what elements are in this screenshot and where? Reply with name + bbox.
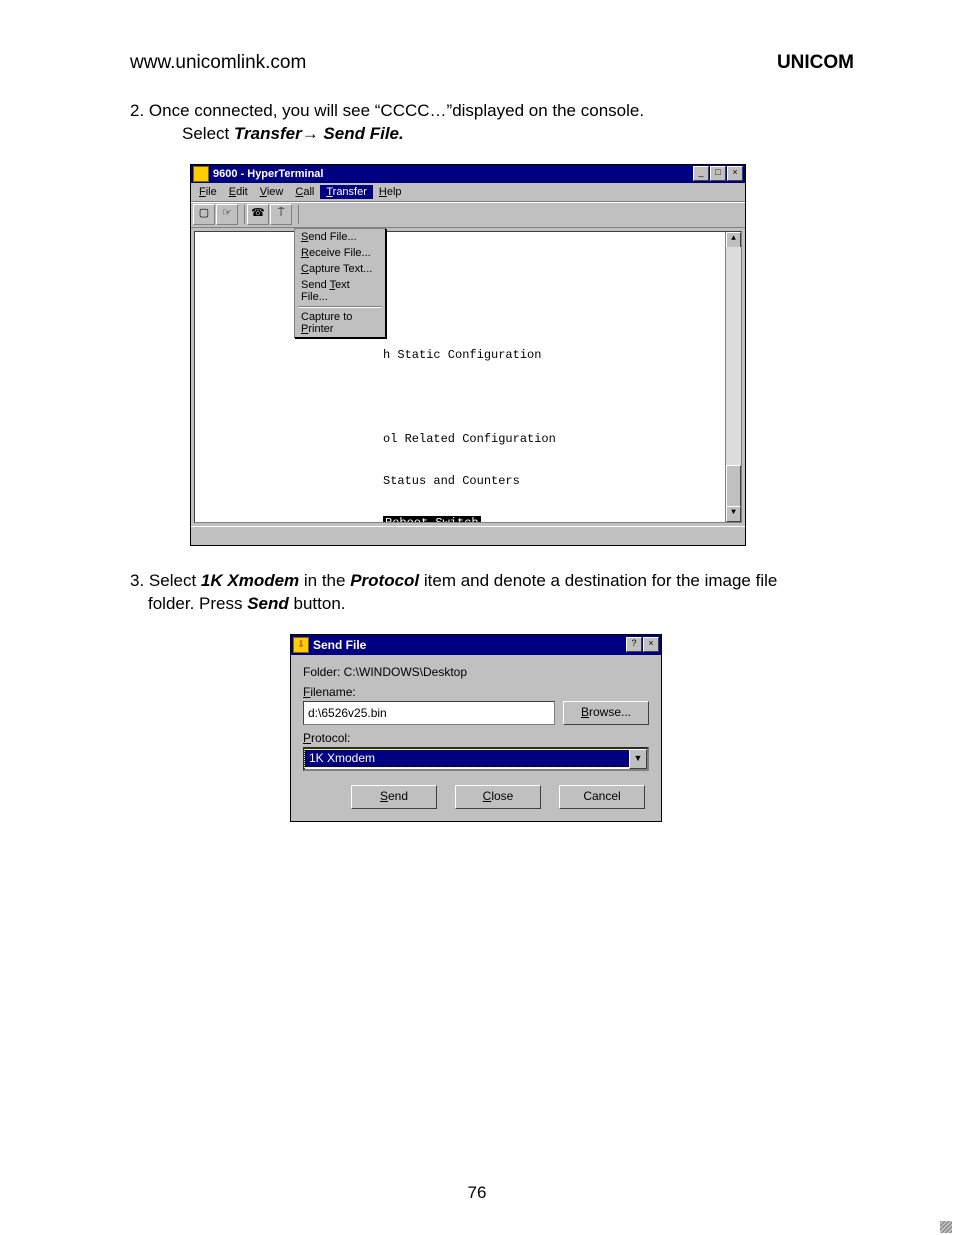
em: Protocol — [350, 571, 419, 590]
close-button[interactable]: × — [727, 166, 743, 181]
menu-bar: File Edit View Call Transfer Help — [191, 183, 745, 202]
menu-call[interactable]: Call — [289, 185, 320, 199]
menu-capture-printer[interactable]: Capture to Printer — [295, 309, 385, 337]
window-title: 9600 - HyperTerminal — [213, 168, 693, 180]
terminal-line: Status and Counters — [201, 474, 741, 488]
help-button[interactable]: ? — [626, 637, 642, 652]
send-button[interactable]: Send — [351, 785, 437, 809]
em: Send — [247, 594, 289, 613]
transfer-dropdown: Send File... Receive File... Capture Tex… — [294, 228, 386, 338]
terminal[interactable]: ▲ ▼ h Static Configuration ol Related Co… — [194, 231, 742, 523]
dialog-title-bar[interactable]: ⇩ Send File ? × — [291, 635, 661, 655]
step-text: in the — [299, 571, 350, 590]
protocol-select[interactable]: 1K Xmodem ▼ — [303, 747, 649, 771]
step-text: folder. Press — [148, 594, 247, 613]
cancel-button[interactable]: Cancel — [559, 785, 645, 809]
menu-file[interactable]: File — [193, 185, 223, 199]
close-dialog-button[interactable]: Close — [455, 785, 541, 809]
filename-label: Filename: — [303, 685, 649, 699]
new-icon[interactable]: ▢ — [193, 204, 215, 225]
folder-label: Folder: C:\WINDOWS\Desktop — [303, 665, 649, 679]
close-button[interactable]: × — [643, 637, 659, 652]
step-number: 3. — [130, 571, 144, 590]
status-bar — [191, 526, 745, 545]
maximize-button[interactable]: □ — [710, 166, 726, 181]
separator — [240, 205, 245, 224]
app-icon — [193, 166, 209, 182]
menu-send-text-file[interactable]: Send Text File... — [295, 277, 385, 305]
toolbar: ▢ ☞ ☎ ⍑ — [191, 202, 745, 228]
step-text: button. — [289, 594, 346, 613]
terminal-line: h Static Configuration — [201, 348, 741, 362]
separator — [294, 205, 299, 224]
protocol-label: Protocol: — [303, 731, 649, 745]
menu-path-sendfile: Send File. — [319, 124, 404, 143]
header-brand: UNICOM — [777, 52, 854, 74]
dialog-icon: ⇩ — [293, 637, 309, 653]
separator — [298, 306, 382, 308]
menu-receive-file[interactable]: Receive File... — [295, 245, 385, 261]
step-text: item and denote a destination for the im… — [419, 571, 777, 590]
browse-button[interactable]: Browse... — [563, 701, 649, 725]
menu-edit[interactable]: Edit — [223, 185, 254, 199]
header-url: www.unicomlink.com — [130, 52, 306, 74]
menu-view[interactable]: View — [254, 185, 290, 199]
menu-transfer[interactable]: Transfer — [320, 185, 373, 199]
arrow-icon: → — [302, 124, 319, 143]
filename-input[interactable]: d:\6526v25.bin — [303, 701, 555, 725]
step-number: 2. — [130, 101, 144, 120]
page-number: 76 — [0, 1183, 954, 1203]
em: 1K Xmodem — [201, 571, 299, 590]
dialog-title: Send File — [313, 638, 626, 652]
terminal-line: Reboot Switch — [201, 516, 741, 523]
step-text: Select — [149, 571, 201, 590]
connect-icon[interactable]: ☎ — [247, 204, 269, 225]
disconnect-icon[interactable]: ⍑ — [270, 204, 292, 225]
terminal-line: ol Related Configuration — [201, 432, 741, 446]
menu-path-transfer: Transfer — [234, 124, 302, 143]
open-icon[interactable]: ☞ — [216, 204, 238, 225]
protocol-value: 1K Xmodem — [305, 750, 629, 767]
chevron-down-icon[interactable]: ▼ — [629, 749, 647, 769]
menu-help[interactable]: Help — [373, 185, 408, 199]
minimize-button[interactable]: _ — [693, 166, 709, 181]
send-file-dialog: ⇩ Send File ? × Folder: C:\WINDOWS\Deskt… — [290, 634, 662, 822]
step-text: Once connected, you will see “CCCC…”disp… — [149, 101, 644, 120]
step-3: 3. Select 1K Xmodem in the Protocol item… — [130, 570, 854, 616]
title-bar[interactable]: 9600 - HyperTerminal _ □ × — [191, 165, 745, 183]
step-text: Select — [182, 124, 234, 143]
menu-send-file[interactable]: Send File... — [295, 229, 385, 245]
resize-grip[interactable] — [940, 1221, 952, 1233]
step-2: 2. Once connected, you will see “CCCC…”d… — [130, 100, 854, 146]
hyperterminal-window: 9600 - HyperTerminal _ □ × File Edit Vie… — [190, 164, 746, 546]
menu-capture-text[interactable]: Capture Text... — [295, 261, 385, 277]
